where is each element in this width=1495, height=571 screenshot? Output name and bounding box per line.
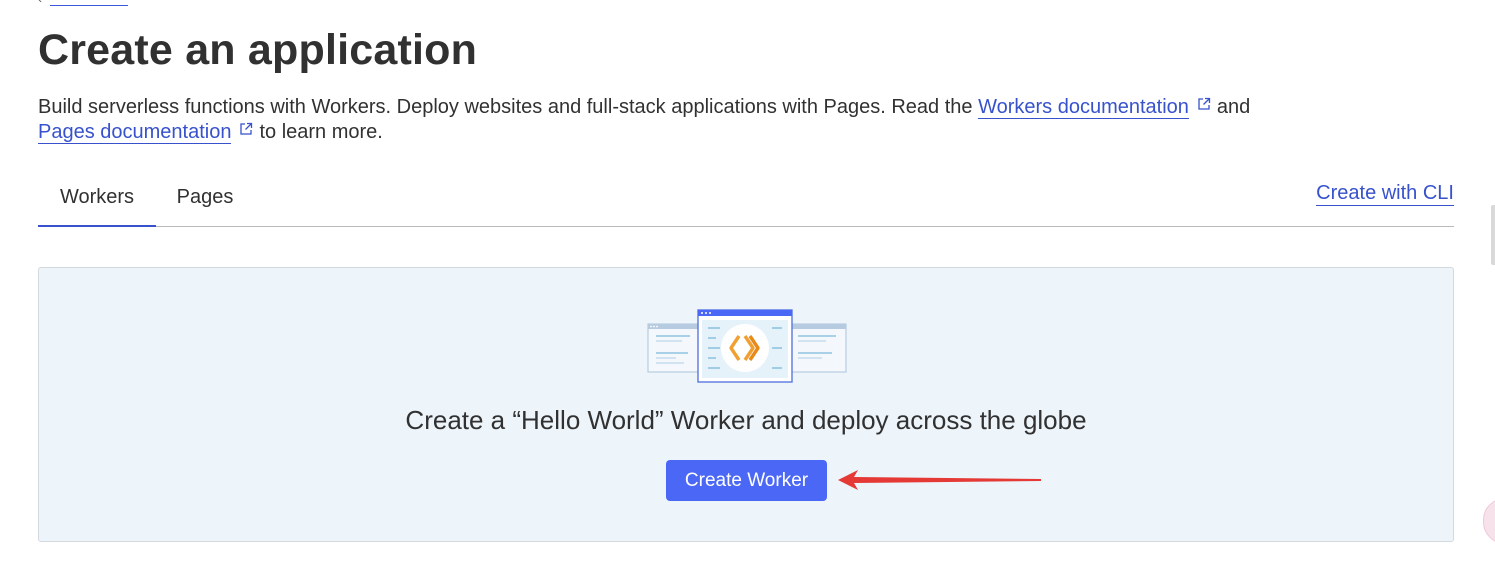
create-worker-panel: Create a “Hello World” Worker and deploy… <box>38 267 1454 542</box>
chevron-left-icon: ‹ <box>38 0 42 5</box>
tab-workers[interactable]: Workers <box>38 170 156 227</box>
external-link-icon[interactable] <box>1197 97 1211 111</box>
red-arrow-annotation <box>838 470 1041 490</box>
panel-heading: Create a “Hello World” Worker and deploy… <box>405 405 1087 435</box>
tab-pages[interactable]: Pages <box>162 170 248 225</box>
description-text-3: to learn more. <box>259 121 383 143</box>
back-link-underline <box>50 4 128 6</box>
scrollbar-edge[interactable] <box>1491 205 1495 265</box>
description-text-1: Build serverless functions with Workers.… <box>38 96 979 118</box>
back-link[interactable]: ‹ <box>38 0 128 6</box>
pages-documentation-link[interactable]: Pages documentation <box>38 121 232 144</box>
worker-windows-illustration <box>647 309 847 383</box>
page-title: Create an application <box>38 26 478 74</box>
workers-documentation-link[interactable]: Workers documentation <box>978 96 1189 119</box>
create-with-cli-link[interactable]: Create with CLI <box>1316 182 1454 206</box>
description-text-2: and <box>1216 96 1251 118</box>
tab-bar: Workers Pages Create with CLI <box>38 170 1454 227</box>
external-link-icon[interactable] <box>239 122 253 136</box>
page: ‹ Create an application Build serverless… <box>0 0 1495 571</box>
create-worker-button[interactable]: Create Worker <box>666 460 827 501</box>
page-description: Build serverless functions with Workers.… <box>38 95 1438 145</box>
floating-widget-edge[interactable] <box>1483 498 1495 544</box>
